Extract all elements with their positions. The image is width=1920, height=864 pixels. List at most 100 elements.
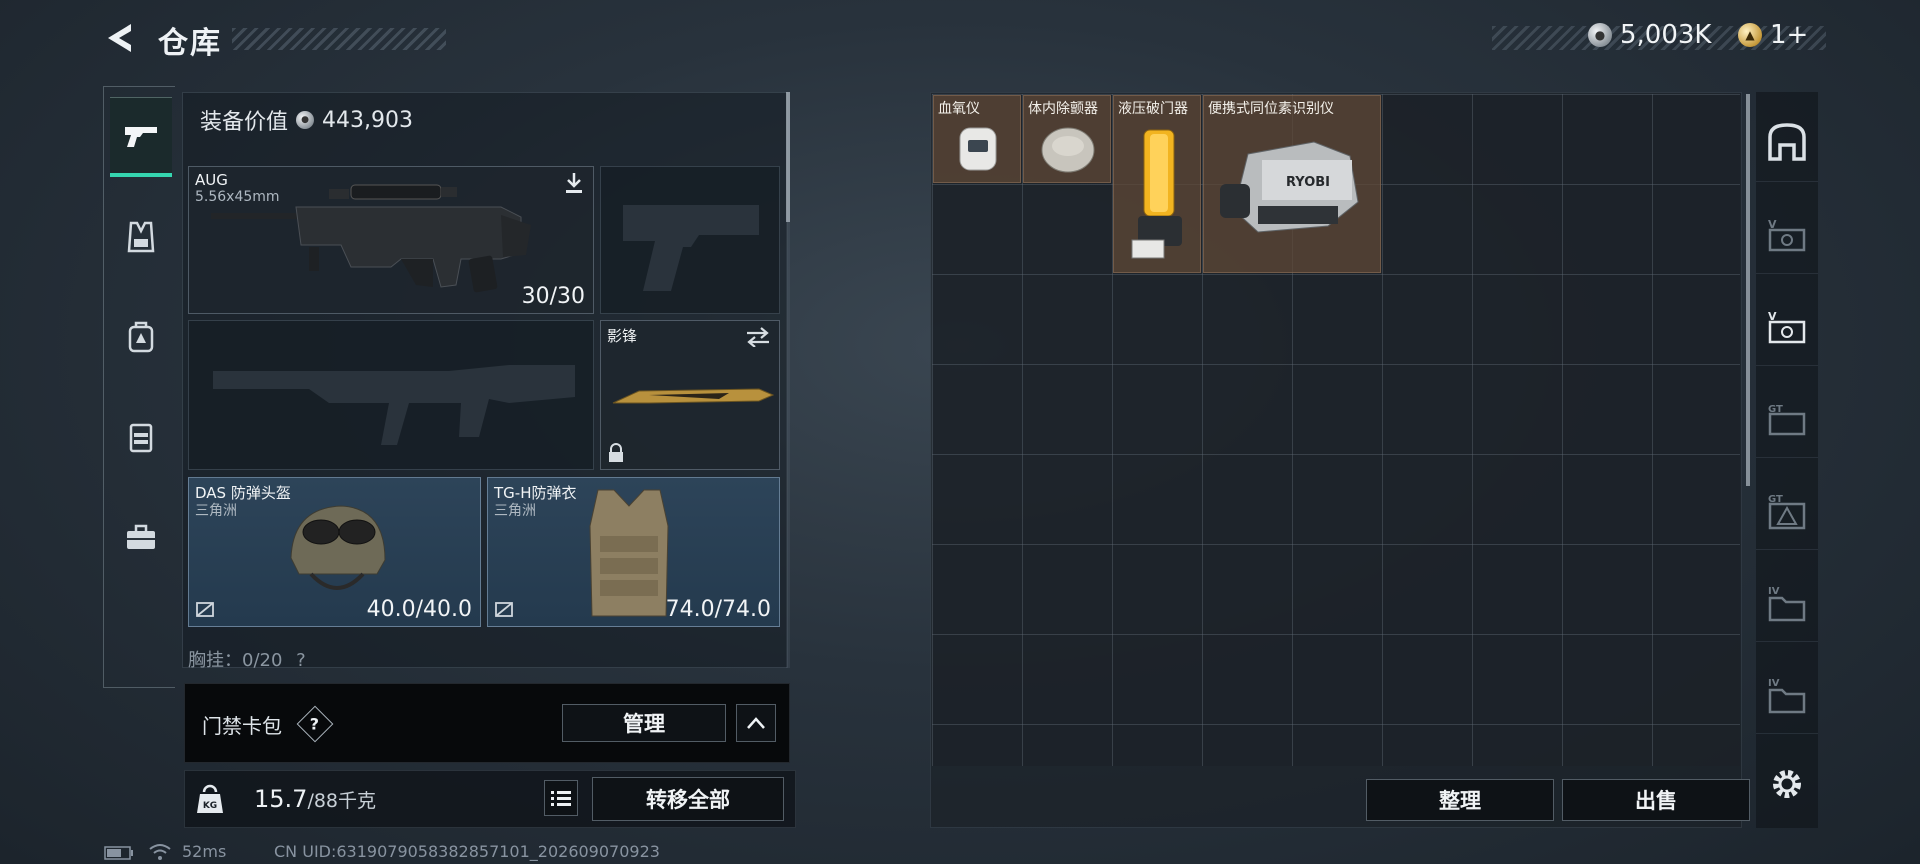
weight-max: /88千克	[307, 790, 377, 812]
back-arrow-icon	[108, 24, 131, 52]
back-button[interactable]	[100, 18, 140, 58]
folder-iv-icon: IV	[1768, 586, 1806, 621]
svg-text:IV: IV	[1768, 586, 1780, 597]
category-nav	[103, 86, 175, 688]
chest-rig-icon	[129, 423, 153, 453]
safe-box-button[interactable]	[1756, 102, 1818, 182]
silver-amount: 5,003K	[1620, 20, 1712, 50]
case-gt-icon: GT	[1768, 404, 1806, 435]
storage-item-hydraulic-breacher[interactable]: 液压破门器	[1113, 95, 1201, 273]
sell-label: 出售	[1635, 789, 1677, 813]
gold-currency[interactable]: ▲ 1+	[1738, 20, 1808, 50]
device-brand-text: RYOBI	[1286, 175, 1330, 190]
case-v-icon: V	[1768, 310, 1806, 343]
storage-item-defibrillator[interactable]: 体内除颤器	[1023, 95, 1111, 183]
manage-label: 管理	[623, 712, 665, 736]
silver-coin-icon: ●	[296, 111, 315, 129]
help-icon: ?	[310, 714, 320, 734]
case-v-2-button[interactable]: V	[1756, 286, 1818, 366]
keycard-title: 门禁卡包	[202, 710, 282, 739]
folder-iv-1-button[interactable]: IV	[1756, 562, 1818, 642]
equipment-value-amount: 443,903	[322, 107, 413, 133]
transfer-all-button[interactable]: 转移全部	[592, 777, 784, 821]
helmet-brand: 三角洲	[195, 503, 237, 519]
swap-icon[interactable]	[745, 327, 771, 347]
gear-icon	[1773, 770, 1801, 798]
storage-item-oximeter[interactable]: 血氧仪	[933, 95, 1021, 183]
gold-amount: 1+	[1770, 20, 1809, 50]
title-decoration	[232, 28, 446, 50]
folder-iv-icon: IV	[1768, 678, 1806, 713]
secondary-weapon-slot[interactable]	[600, 166, 780, 314]
silver-coin-icon: ●	[1588, 23, 1612, 47]
rifle-placeholder-icon	[213, 365, 575, 445]
keycard-title-text: 门禁卡包	[202, 714, 282, 738]
item-label: 便携式同位素识别仪	[1208, 101, 1334, 117]
briefcase-icon	[127, 524, 155, 549]
svg-text:KG: KG	[203, 801, 217, 811]
item-label: 血氧仪	[938, 101, 980, 117]
chest-rig-help: ?	[296, 650, 306, 671]
nav-backpack[interactable]	[110, 297, 172, 377]
safe-icon	[1768, 122, 1806, 161]
weight-current: 15.7	[254, 785, 308, 813]
manage-button[interactable]: 管理	[562, 704, 726, 742]
transfer-all-label: 转移全部	[646, 788, 730, 812]
equipment-value-label: 装备价值	[200, 110, 289, 135]
primary-weapon-slot[interactable]: AUG 5.56x45mm 30/30	[188, 166, 594, 314]
defibrillator-image	[1041, 127, 1095, 173]
nav-firearms[interactable]	[110, 97, 172, 177]
chevron-up-icon	[747, 717, 765, 729]
weight-kg-icon: KG	[197, 784, 223, 813]
case-gt-1-button[interactable]: GT	[1756, 378, 1818, 458]
battery-icon	[104, 846, 133, 860]
armor-durability: 74.0/74.0	[665, 597, 771, 622]
secondary-primary-slot[interactable]	[188, 320, 594, 470]
pistol-placeholder-icon	[623, 205, 759, 291]
silver-currency: ● 5,003K	[1588, 20, 1711, 50]
sort-button[interactable]: 整理	[1366, 779, 1554, 821]
nav-chest-rig[interactable]	[110, 397, 172, 477]
ping-text: 52ms	[182, 842, 227, 861]
backpack-icon	[128, 321, 154, 353]
storage-scrollbar[interactable]	[1746, 94, 1750, 486]
oximeter-image	[959, 127, 997, 171]
pistol-icon	[125, 126, 157, 147]
storage-item-isotope-identifier[interactable]: 便携式同位素识别仪 RYOBI	[1203, 95, 1381, 273]
list-view-button[interactable]	[544, 780, 578, 816]
helmet-slot[interactable]: DAS 防弹头盔 三角洲 40.0/40.0	[188, 477, 481, 627]
equipment-value: 装备价值 ● 443,903	[200, 104, 413, 136]
isotope-identifier-image: RYOBI	[1220, 141, 1359, 233]
chest-rig-row[interactable]: 胸挂：0/20 ?	[188, 646, 780, 672]
uid-text: CN UID:6319079058382857101_202609070923	[274, 842, 660, 861]
svg-text:IV: IV	[1768, 678, 1780, 689]
expand-button[interactable]	[736, 704, 776, 742]
melee-slot[interactable]: 影锋	[600, 320, 780, 470]
melee-name: 影锋	[607, 327, 638, 345]
armor-slot[interactable]: TG-H防弹衣 三角洲 74.0/74.0	[487, 477, 780, 627]
helmet-durability: 40.0/40.0	[366, 597, 472, 622]
settings-button[interactable]	[1756, 744, 1818, 824]
insured-icon	[196, 602, 214, 617]
case-gt-icon: GT	[1768, 494, 1806, 529]
case-v-1-button[interactable]: V	[1756, 194, 1818, 274]
vest-icon	[127, 221, 155, 253]
chest-rig-label: 胸挂：0/20	[188, 650, 283, 671]
item-label: 液压破门器	[1118, 101, 1188, 117]
helmet-image	[290, 505, 386, 590]
nav-armor[interactable]	[110, 197, 172, 277]
weight-value: 15.7/88千克	[254, 785, 376, 813]
insured-icon	[495, 602, 513, 617]
lock-icon	[609, 443, 623, 462]
page-title: 仓库	[158, 26, 222, 61]
item-label: 体内除颤器	[1028, 101, 1098, 117]
folder-iv-2-button[interactable]: IV	[1756, 654, 1818, 734]
equipment-scrollbar[interactable]	[786, 92, 790, 222]
sell-button[interactable]: 出售	[1562, 779, 1750, 821]
case-gt-2-button[interactable]: GT	[1756, 470, 1818, 550]
hydraulic-breacher-image	[1131, 129, 1182, 259]
sort-label: 整理	[1439, 789, 1481, 813]
gold-coin-icon: ▲	[1738, 23, 1762, 47]
case-v-icon: V	[1768, 218, 1806, 251]
nav-toolbox[interactable]	[110, 497, 172, 577]
